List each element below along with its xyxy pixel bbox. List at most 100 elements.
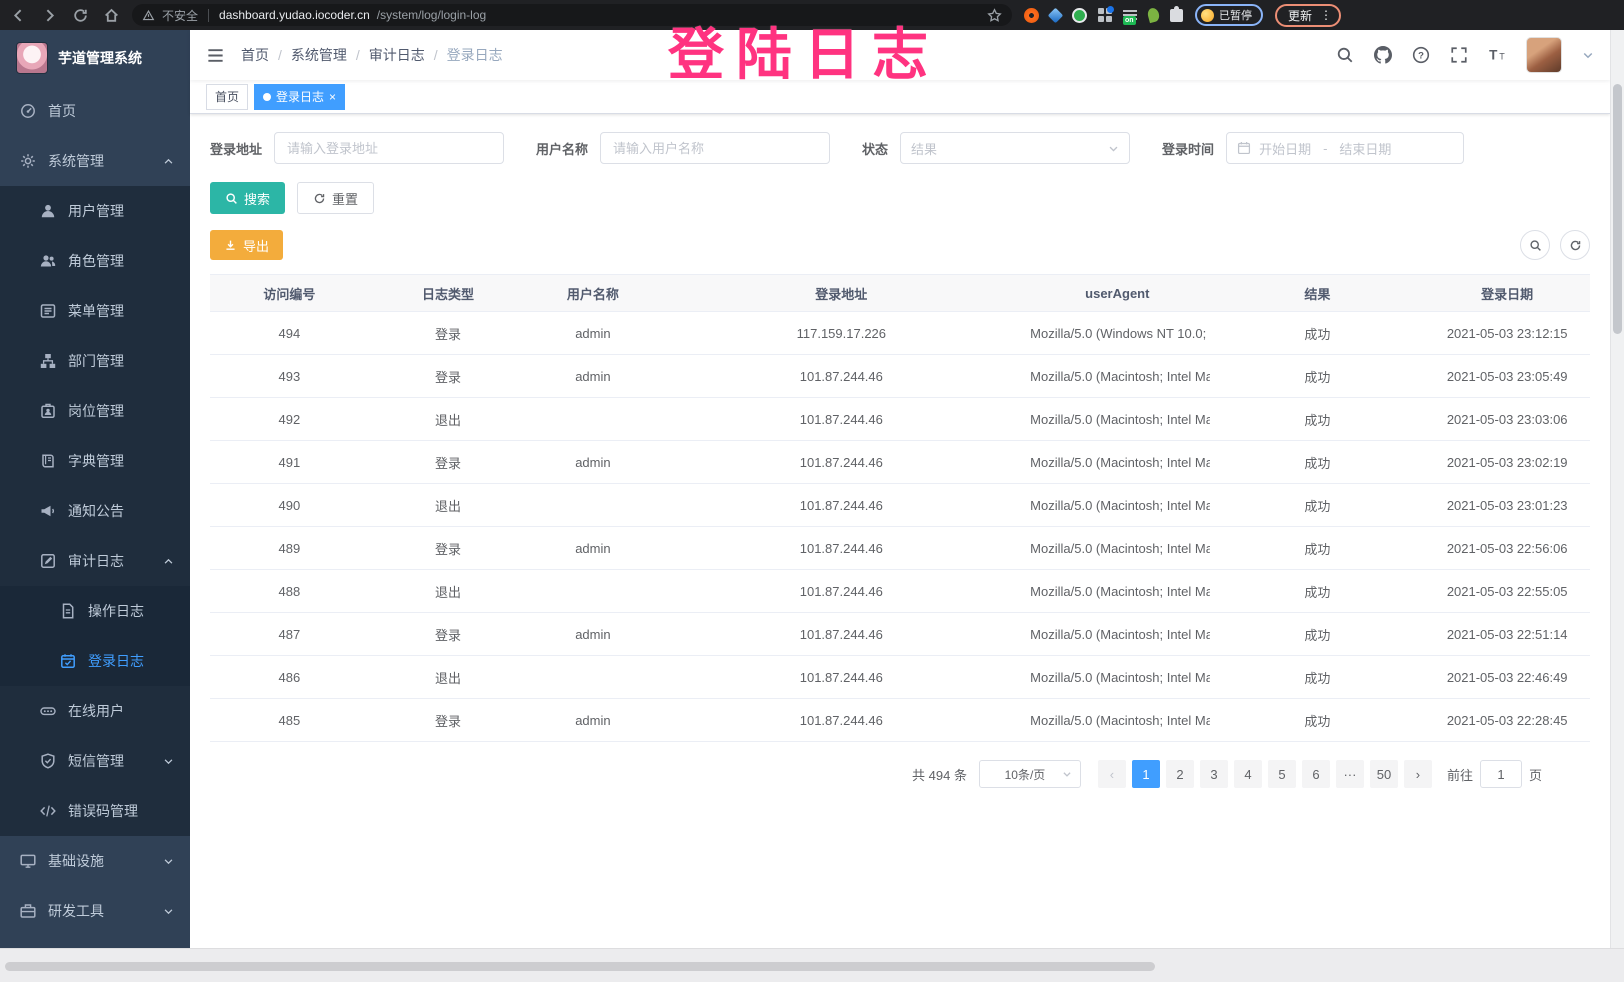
address-input[interactable] [274,132,504,164]
address-bar[interactable]: 不安全 dashboard.yudao.iocoder.cn/system/lo… [132,4,1012,26]
vertical-scrollbar[interactable] [1610,30,1624,948]
horizontal-scrollbar[interactable] [0,948,1624,982]
breadcrumb-item[interactable]: / [434,47,438,63]
page-button[interactable]: 5 [1268,760,1296,788]
cell-login-date: 2021-05-03 23:12:15 [1424,312,1590,355]
reset-button[interactable]: 重置 [297,182,374,214]
extensions-puzzle-icon[interactable] [1170,9,1183,22]
github-icon[interactable] [1374,46,1392,64]
cell-log-type: 退出 [369,398,528,441]
page-button[interactable]: 3 [1200,760,1228,788]
update-button[interactable]: 更新 ⋮ [1275,4,1341,27]
logo[interactable]: 芋道管理系统 [0,30,190,86]
sidebar-item[interactable]: 审计日志 [0,536,190,586]
extension-icon-grid[interactable] [1098,8,1112,22]
sidebar-item[interactable]: 首页 [0,86,190,136]
sidebar-item[interactable]: 部门管理 [0,336,190,386]
page-size-select[interactable]: 10条/页 [979,760,1081,788]
sidebar-item[interactable]: 在线用户 [0,686,190,736]
tab[interactable]: 登录日志 × [254,84,345,110]
goto-page-input[interactable] [1480,760,1522,788]
cell-result: 成功 [1210,441,1424,484]
column-header: 登录地址 [658,275,1024,312]
extension-icon-plant[interactable] [1146,7,1160,23]
page-button[interactable]: 1 [1132,760,1160,788]
sidebar-item[interactable]: 通知公告 [0,486,190,536]
caret-down-icon[interactable] [1582,49,1594,61]
column-header: userAgent [1024,275,1210,312]
sidebar-item[interactable]: 字典管理 [0,436,190,486]
sidebar-item[interactable]: 基础设施 [0,836,190,886]
sidebar-item-label: 岗位管理 [68,401,124,421]
reload-icon[interactable] [72,7,89,24]
cell-login-date: 2021-05-03 23:02:19 [1424,441,1590,484]
toggle-search-button[interactable] [1520,230,1550,260]
breadcrumb-item[interactable]: / [356,47,360,63]
paused-profile-pill[interactable]: 已暂停 [1195,4,1263,26]
page-button[interactable]: 4 [1234,760,1262,788]
page-button[interactable]: 2 [1166,760,1194,788]
sidebar-item-label: 在线用户 [68,701,124,721]
sidebar-item[interactable]: 登录日志 [0,636,190,686]
forward-icon[interactable] [41,7,58,24]
breadcrumb-item[interactable]: 首页 [241,45,269,65]
search-icon[interactable] [1336,46,1354,64]
paused-label: 已暂停 [1219,7,1252,23]
sidebar-item-label: 用户管理 [68,201,124,221]
cell-id: 491 [210,441,369,484]
home-icon[interactable] [103,7,120,24]
goto-label: 前往 [1447,765,1473,784]
cell-log-type: 登录 [369,613,528,656]
extension-toolbar: on [1024,8,1183,23]
sidebar-item[interactable]: 菜单管理 [0,286,190,336]
close-icon[interactable]: × [329,91,336,103]
search-button[interactable]: 搜索 [210,182,285,214]
help-icon[interactable]: ? [1412,46,1430,64]
sidebar-item[interactable]: 错误码管理 [0,786,190,836]
page-button[interactable]: 6 [1302,760,1330,788]
sidebar-item[interactable]: 系统管理 [0,136,190,186]
breadcrumb-item[interactable]: / [278,47,282,63]
sidebar-item[interactable]: 短信管理 [0,736,190,786]
extension-icon-gem[interactable] [1048,7,1064,23]
font-size-icon[interactable]: TT [1488,46,1506,64]
cell-result: 成功 [1210,398,1424,441]
chevron-icon [163,156,174,167]
refresh-table-button[interactable] [1560,230,1590,260]
extension-icon-list[interactable]: on [1123,10,1137,20]
breadcrumb-item[interactable]: 审计日志 [369,45,425,65]
page-button[interactable]: ··· [1336,760,1364,788]
page-button[interactable]: › [1404,760,1432,788]
browser-menu-icon[interactable]: ⋮ [1320,10,1332,20]
export-button[interactable]: 导出 [210,230,283,260]
vertical-scrollbar-thumb[interactable] [1613,84,1622,334]
cell-log-type: 登录 [369,355,528,398]
cell-result: 成功 [1210,656,1424,699]
breadcrumb-item[interactable]: 系统管理 [291,45,347,65]
bookmark-star-icon[interactable] [987,8,1002,23]
breadcrumb-item[interactable]: 登录日志 [447,45,503,65]
date-range-picker[interactable]: 开始日期 - 结束日期 [1226,132,1464,164]
hamburger-icon[interactable] [206,46,225,65]
cell-useragent: Mozilla/5.0 (Macintosh; Intel Mac OS X 1… [1024,527,1210,570]
user-avatar[interactable] [1526,37,1562,73]
sidebar-item[interactable]: 用户管理 [0,186,190,236]
username-input[interactable] [600,132,830,164]
sidebar-item[interactable]: 操作日志 [0,586,190,636]
sidebar-item[interactable]: 研发工具 [0,886,190,936]
back-icon[interactable] [10,7,27,24]
sidebar-item[interactable]: 角色管理 [0,236,190,286]
menu-icon [40,303,56,319]
status-select[interactable]: 结果 [900,132,1130,164]
horizontal-scrollbar-thumb[interactable] [5,962,1155,971]
tab[interactable]: 首页 × [206,84,248,110]
tab-label: 登录日志 [276,88,324,105]
fullscreen-icon[interactable] [1450,46,1468,64]
column-header: 日志类型 [369,275,528,312]
extension-icon-orange[interactable] [1024,8,1039,23]
extension-icon-green[interactable] [1072,8,1087,23]
sidebar-item[interactable]: 岗位管理 [0,386,190,436]
cell-login-date: 2021-05-03 22:55:05 [1424,570,1590,613]
page-button[interactable]: 50 [1370,760,1398,788]
page-button[interactable]: ‹ [1098,760,1126,788]
